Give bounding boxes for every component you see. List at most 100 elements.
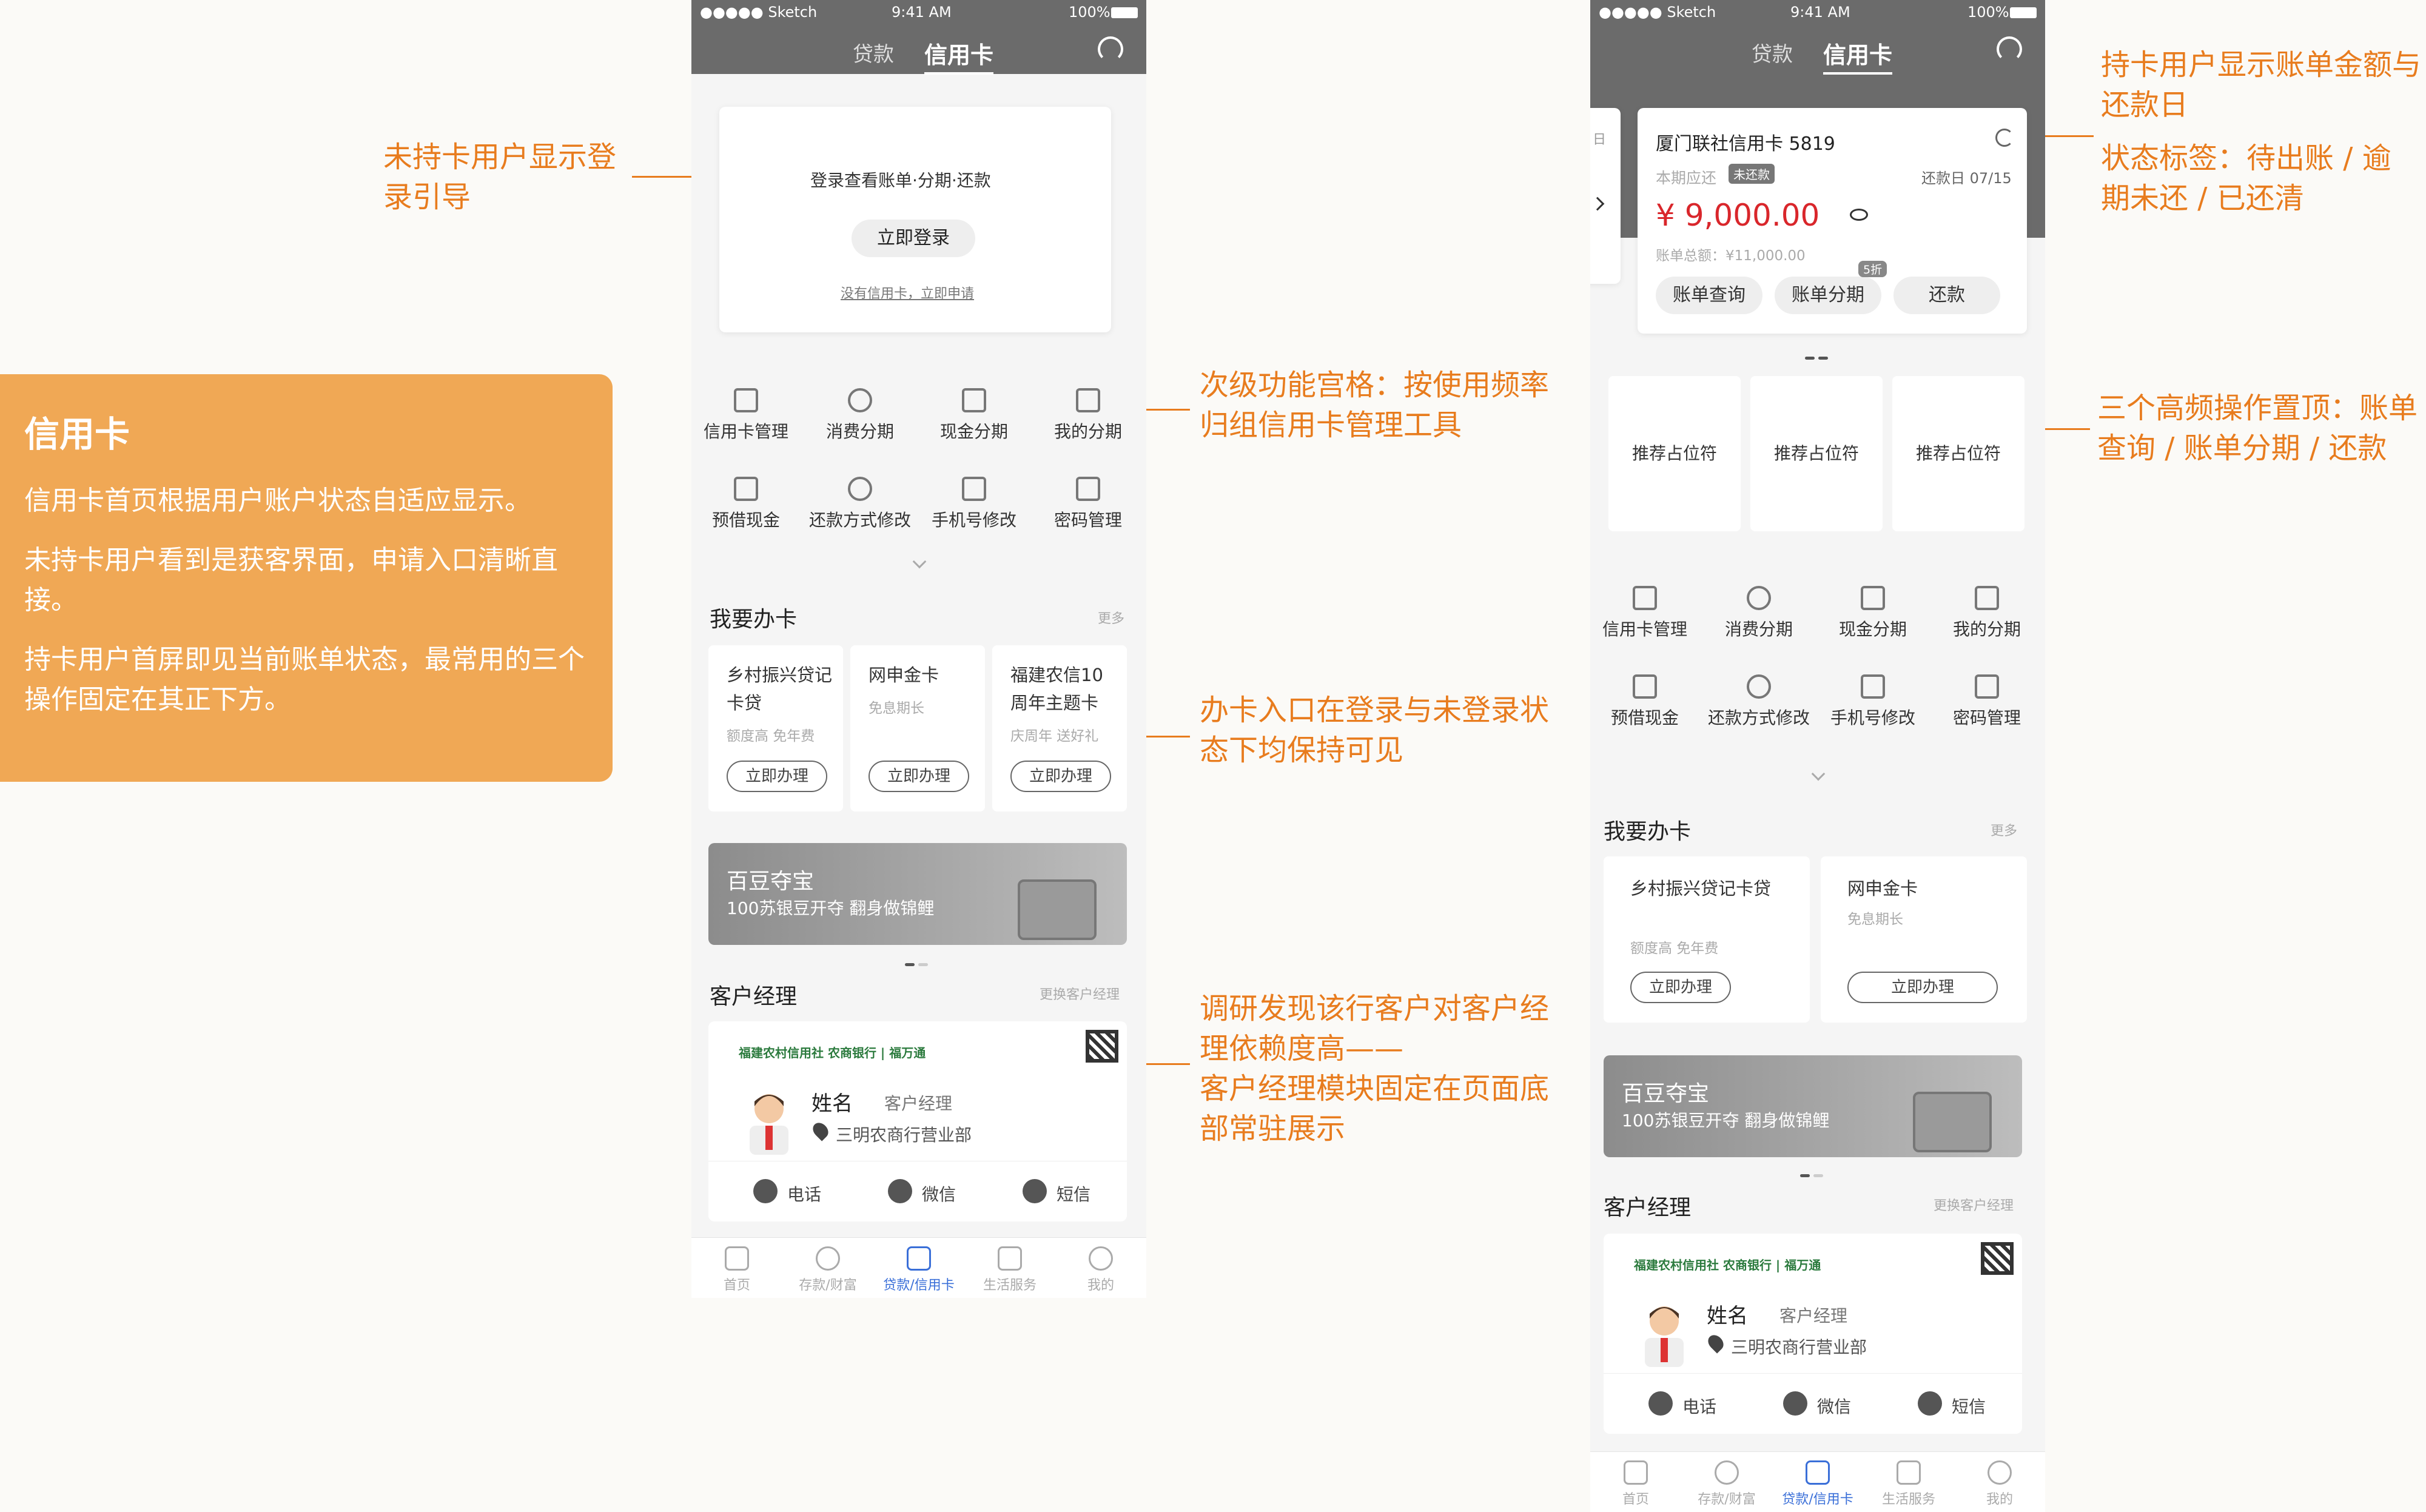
tab-loan[interactable]: 贷款 xyxy=(1752,38,1793,67)
tab-life[interactable]: 生活服务 xyxy=(964,1274,1055,1294)
grid-item-my-installment[interactable]: 我的分期 xyxy=(1932,586,2041,640)
annotation-line: 还款日 xyxy=(2101,88,2189,122)
call-button[interactable]: 电话 xyxy=(753,1179,822,1206)
grid-item-repay-method[interactable]: 还款方式修改 xyxy=(805,477,915,531)
wechat-button[interactable]: 微信 xyxy=(1783,1391,1851,1418)
status-carrier: ●●●●● Sketch xyxy=(1599,4,1716,21)
battery-icon xyxy=(2010,7,2037,18)
grid-item-consume-installment[interactable]: 消费分期 xyxy=(805,388,915,443)
grid-item-phone-change[interactable]: 手机号修改 xyxy=(919,477,1029,531)
qr-code-icon[interactable] xyxy=(1981,1242,2014,1275)
wechat-button[interactable]: 微信 xyxy=(888,1179,956,1206)
call-button[interactable]: 电话 xyxy=(1648,1391,1716,1418)
grid-item-phone-change[interactable]: 手机号修改 xyxy=(1818,674,1927,729)
annotation-manager: 调研发现该行客户对客户经 理依赖度高—— 客户经理模块固定在页面底 部常驻展示 xyxy=(1200,989,1549,1149)
manager-name: 姓名 xyxy=(1707,1304,1748,1328)
qr-code-icon[interactable] xyxy=(1086,1030,1118,1063)
grid-item-cash-advance[interactable]: 预借现金 xyxy=(691,477,801,531)
tab-loan-card[interactable]: 贷款/信用卡 xyxy=(1772,1488,1863,1508)
call-label: 电话 xyxy=(787,1184,822,1205)
tab-wealth[interactable]: 存款/财富 xyxy=(1681,1488,1772,1508)
grid-label: 信用卡管理 xyxy=(703,422,788,442)
login-button[interactable]: 立即登录 xyxy=(852,220,975,257)
annotation-line: 次级功能宫格：按使用频率 xyxy=(1200,368,1550,402)
apply-button[interactable]: 立即办理 xyxy=(1010,761,1111,792)
grid-item-card-manage[interactable]: 信用卡管理 xyxy=(1590,586,1699,640)
chevron-down-icon[interactable] xyxy=(912,554,927,569)
banner-pager xyxy=(1800,1168,1827,1177)
grid-label: 密码管理 xyxy=(1952,708,2021,728)
tab-loan-card[interactable]: 贷款/信用卡 xyxy=(873,1274,964,1294)
apply-card-sub: 额度高 免年费 xyxy=(727,728,815,744)
grid-item-card-manage[interactable]: 信用卡管理 xyxy=(691,388,801,443)
apply-card-sub: 额度高 免年费 xyxy=(1630,941,1719,956)
grid-item-my-installment[interactable]: 我的分期 xyxy=(1033,388,1143,443)
tab-wealth[interactable]: 存款/财富 xyxy=(782,1274,873,1294)
status-badge: 未还款 xyxy=(1729,164,1775,184)
apply-more-link[interactable]: 更多 xyxy=(1991,820,2017,839)
manager-role: 客户经理 xyxy=(1779,1306,1848,1326)
change-manager-link[interactable]: 更换客户经理 xyxy=(1040,984,1120,1003)
card-manage-icon xyxy=(1633,674,1657,699)
refresh-icon[interactable] xyxy=(1995,129,2014,147)
sms-button[interactable]: 短信 xyxy=(1918,1391,1986,1418)
tab-home[interactable]: 首页 xyxy=(1590,1488,1681,1508)
chevron-down-icon[interactable] xyxy=(1811,767,1826,781)
status-battery: 100% xyxy=(1069,4,1111,21)
grid-item-cash-advance[interactable]: 预借现金 xyxy=(1590,674,1699,729)
change-manager-link[interactable]: 更换客户经理 xyxy=(1934,1195,2014,1214)
apply-card-sub: 庆周年 送好礼 xyxy=(1010,728,1099,744)
apply-card-link[interactable]: 没有信用卡，立即申请 xyxy=(841,283,974,302)
grid-item-password[interactable]: 密码管理 xyxy=(1932,674,2041,729)
grid-item-password[interactable]: 密码管理 xyxy=(1033,477,1143,531)
tab-life[interactable]: 生活服务 xyxy=(1863,1488,1954,1508)
card-manage-icon xyxy=(734,388,758,412)
grid-item-cash-installment[interactable]: 现金分期 xyxy=(919,388,1029,443)
manager-branch: 三明农商行营业部 xyxy=(1731,1337,1867,1357)
recommend-slot[interactable]: 推荐占位符 xyxy=(1892,376,2024,531)
tab-credit-card[interactable]: 信用卡 xyxy=(1823,36,1893,75)
grid-label: 我的分期 xyxy=(1053,422,1122,442)
card-pager xyxy=(1805,351,1832,360)
apply-card-name: 网申金卡 xyxy=(1847,878,1918,899)
recommend-slot[interactable]: 推荐占位符 xyxy=(1608,376,1741,531)
apply-more-link[interactable]: 更多 xyxy=(1098,608,1124,627)
login-prompt: 登录查看账单·分期·还款 xyxy=(810,170,991,190)
recommend-slot[interactable]: 推荐占位符 xyxy=(1750,376,1883,531)
tab-credit-card[interactable]: 信用卡 xyxy=(924,36,994,75)
info-card: 信用卡 信用卡首页根据用户账户状态自适应显示。 未持卡用户看到是获客界面，申请入… xyxy=(0,374,613,782)
promo-banner[interactable]: 百豆夺宝 100苏银豆开夺 翻身做锦鲤 xyxy=(708,843,1127,945)
headset-icon[interactable] xyxy=(1997,36,2022,62)
promo-banner[interactable]: 百豆夺宝 100苏银豆开夺 翻身做锦鲤 xyxy=(1604,1055,2022,1157)
grid-item-repay-method[interactable]: 还款方式修改 xyxy=(1704,674,1813,729)
annotation-line: 归组信用卡管理工具 xyxy=(1200,408,1462,442)
bill-installment-button[interactable]: 账单分期 xyxy=(1775,277,1881,314)
grid-item-consume-installment[interactable]: 消费分期 xyxy=(1704,586,1813,640)
info-paragraph-1: 信用卡首页根据用户账户状态自适应显示。 xyxy=(24,485,531,516)
discount-badge: 5折 xyxy=(1858,261,1887,277)
tab-loan[interactable]: 贷款 xyxy=(853,38,894,67)
sms-button[interactable]: 短信 xyxy=(1023,1179,1090,1206)
card-icon xyxy=(907,1246,931,1271)
grid-label: 还款方式修改 xyxy=(808,510,911,530)
treasure-chest-icon xyxy=(1913,1092,1992,1152)
apply-button[interactable]: 立即办理 xyxy=(1847,972,1998,1003)
tab-mine[interactable]: 我的 xyxy=(1954,1488,2045,1508)
eye-icon[interactable] xyxy=(1850,209,1868,221)
headset-icon[interactable] xyxy=(1098,36,1123,62)
avatar xyxy=(750,1094,788,1155)
repay-button[interactable]: 还款 xyxy=(1893,277,2000,314)
prev-card-peek[interactable]: 日 xyxy=(1590,108,1621,284)
tab-home[interactable]: 首页 xyxy=(691,1274,782,1294)
status-time: 9:41 AM xyxy=(1790,4,1850,21)
grid-item-cash-installment[interactable]: 现金分期 xyxy=(1818,586,1927,640)
apply-button[interactable]: 立即办理 xyxy=(727,761,827,792)
apply-button[interactable]: 立即办理 xyxy=(869,761,969,792)
tab-mine[interactable]: 我的 xyxy=(1055,1274,1146,1294)
prev-card-label: 日 xyxy=(1593,132,1607,147)
chart-icon xyxy=(962,477,986,501)
chevron-right-icon xyxy=(1590,197,1605,211)
bill-query-button[interactable]: 账单查询 xyxy=(1656,277,1762,314)
phone-logged-in: ●●●●● Sketch 9:41 AM 100% 贷款 信用卡 日 厦门联社信… xyxy=(1590,0,2045,1512)
apply-button[interactable]: 立即办理 xyxy=(1630,972,1731,1003)
